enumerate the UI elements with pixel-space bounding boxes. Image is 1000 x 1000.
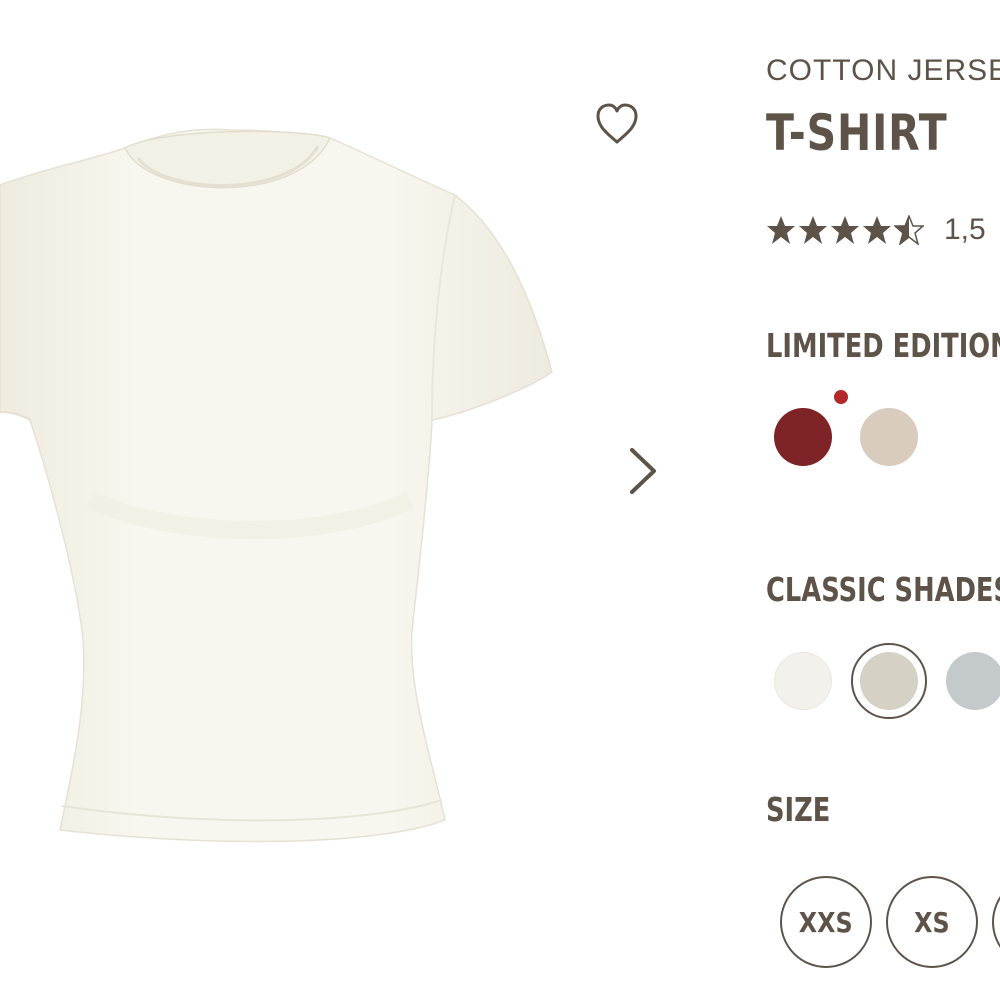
product-rating[interactable]: 1,5 (766, 208, 986, 252)
limited-color-swatch[interactable] (860, 408, 918, 466)
size-label: SIZE (766, 790, 831, 829)
size-option-label: XXS (799, 905, 853, 939)
classic-color-swatch[interactable] (860, 652, 918, 710)
classic-shades-label: CLASSIC SHADES (766, 570, 1000, 609)
next-image-button[interactable] (620, 440, 666, 502)
rating-stars (766, 215, 926, 245)
star-icon (831, 216, 859, 244)
tshirt-image (0, 128, 553, 843)
size-option-button[interactable]: XS (886, 876, 978, 968)
heart-outline-icon (596, 103, 638, 144)
star-icon (894, 215, 924, 245)
review-count: 1,5 (944, 213, 986, 246)
size-option-button[interactable]: XXS (780, 876, 872, 968)
product-page: COTTON JERSE T-SHIRT 1,5 LIMITED EDITION… (0, 0, 1000, 1000)
product-title: T-SHIRT (766, 104, 948, 162)
wishlist-button[interactable] (590, 100, 646, 150)
product-image[interactable] (0, 0, 580, 1000)
classic-color-swatch[interactable] (774, 652, 832, 710)
limited-edition-label: LIMITED EDITION (766, 326, 1000, 365)
star-icon (767, 216, 795, 244)
star-icon (799, 216, 827, 244)
new-indicator-dot (834, 390, 848, 404)
product-collection: COTTON JERSE (766, 54, 1000, 87)
limited-color-swatch[interactable] (774, 408, 832, 466)
chevron-right-icon (630, 448, 656, 494)
size-option-label: XS (914, 905, 950, 939)
star-icon (863, 216, 891, 244)
product-info: COTTON JERSE T-SHIRT 1,5 LIMITED EDITION… (766, 0, 1000, 1000)
size-option-button[interactable] (992, 876, 1000, 968)
classic-color-swatch[interactable] (946, 652, 1000, 710)
